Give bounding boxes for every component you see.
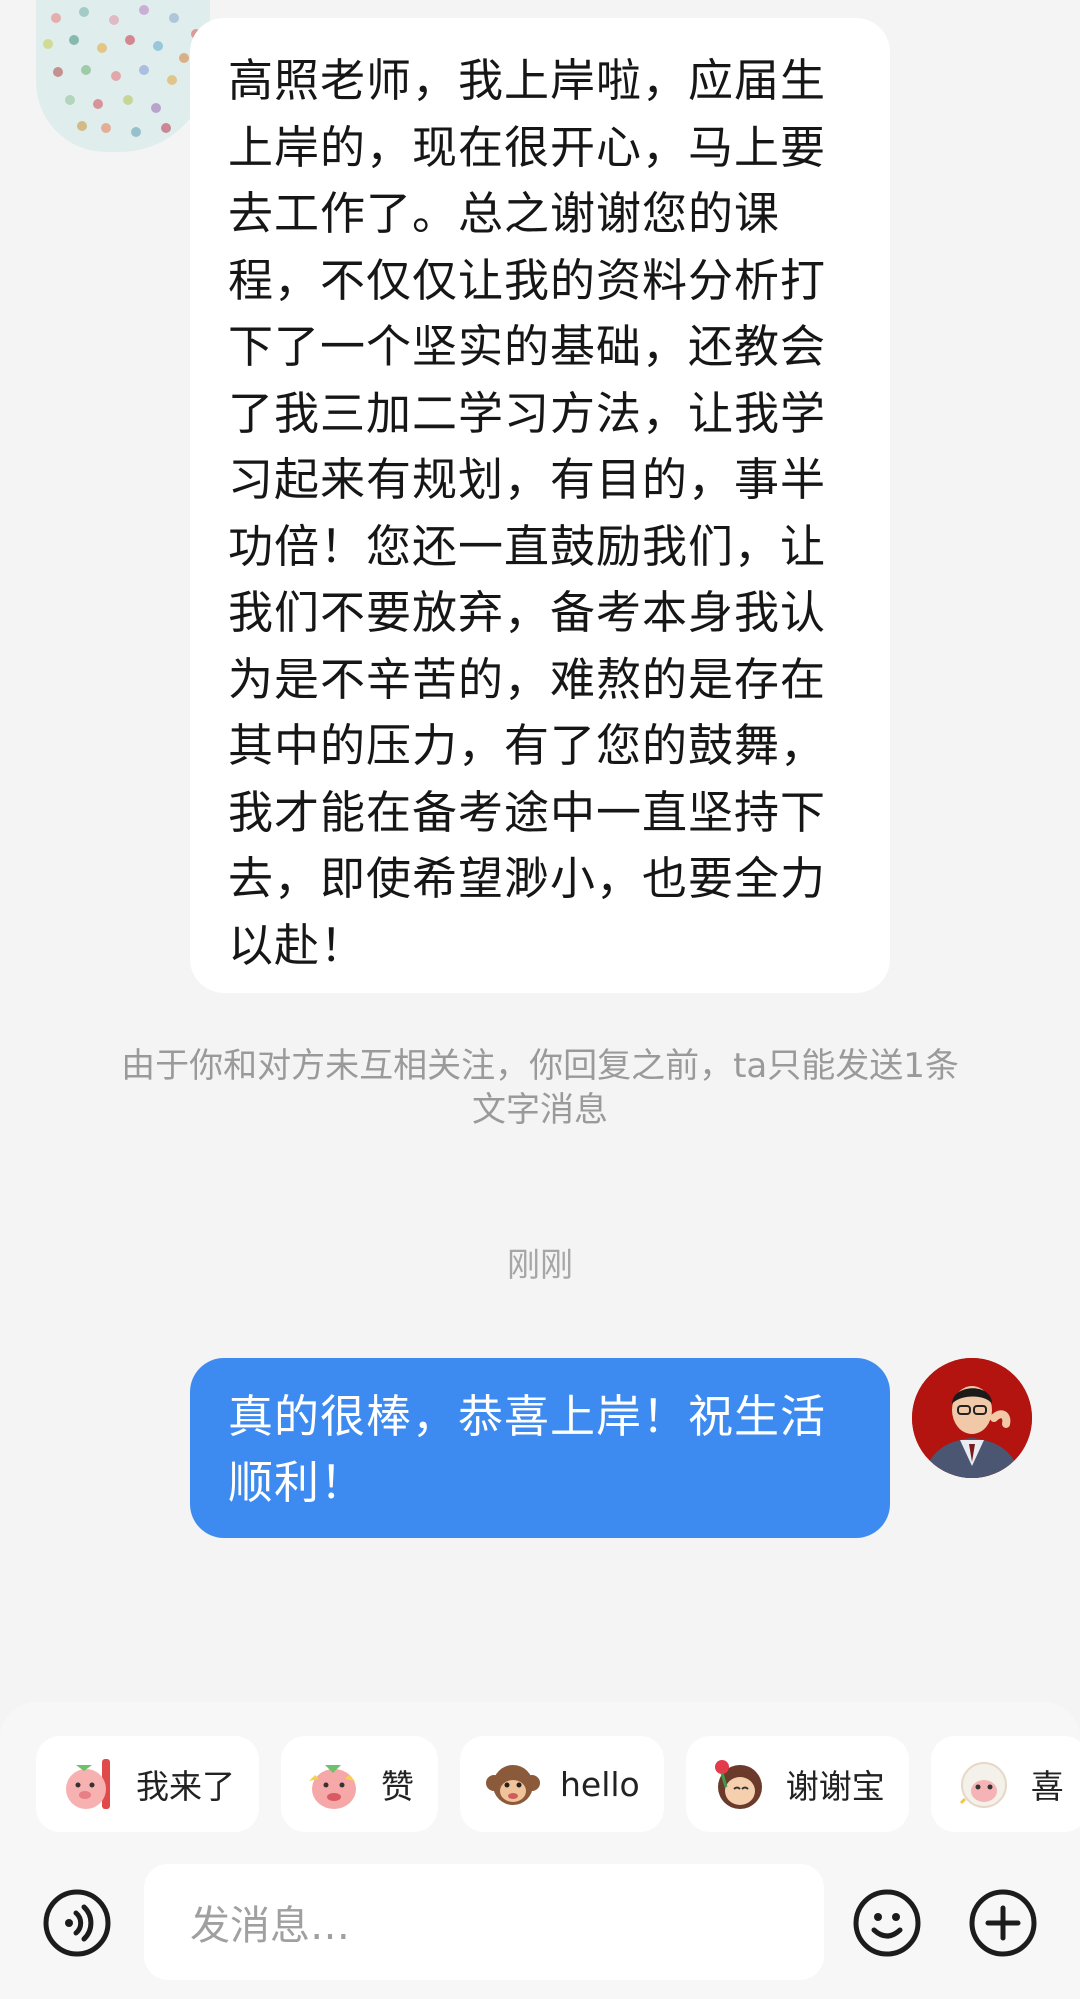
my-avatar[interactable] — [912, 1358, 1032, 1478]
message-timestamp: 刚刚 — [507, 1245, 573, 1284]
sender-avatar[interactable] — [36, 0, 210, 152]
message-input-placeholder: 发消息… — [190, 1903, 350, 1949]
message-input[interactable]: 发消息… — [144, 1864, 824, 1980]
incoming-message-text: 高照老师，我上岸啦，应届生上岸的，现在很开心，马上要去工作了。总之谢谢您的课程，… — [228, 54, 827, 972]
sticker-sheep-icon — [959, 1762, 1007, 1808]
voice-icon — [43, 1889, 111, 1957]
follow-restriction-notice: 由于你和对方未互相关注，你回复之前，ta只能发送1条文字消息 — [121, 1046, 959, 1130]
sticker-monkey-hello-icon — [486, 1765, 540, 1805]
sticker-label: 谢谢宝 — [785, 1767, 885, 1806]
outgoing-message-bubble[interactable]: 真的很棒，恭喜上岸！祝生活顺利！ — [190, 1358, 890, 1538]
composer: 发消息… — [0, 1862, 1080, 1982]
bottom-panel: 我来了 赞 hello 谢谢宝 喜 发消息… — [0, 1702, 1080, 1999]
sticker-chip-5[interactable]: 喜 — [930, 1736, 1080, 1832]
emoji-icon — [853, 1889, 921, 1957]
sticker-chip-2[interactable]: 赞 — [281, 1736, 438, 1832]
sticker-girl-rose-icon — [714, 1760, 762, 1809]
sticker-pig-waving-icon — [66, 1759, 110, 1809]
plus-button[interactable] — [968, 1888, 1038, 1958]
person-avatar-image — [912, 1358, 1032, 1478]
sticker-label: 赞 — [381, 1767, 414, 1806]
plus-icon — [969, 1889, 1037, 1957]
sticker-label: hello — [560, 1764, 640, 1804]
incoming-message-bubble[interactable]: 高照老师，我上岸啦，应届生上岸的，现在很开心，马上要去工作了。总之谢谢您的课程，… — [190, 18, 890, 993]
dotted-avatar-image — [36, 0, 210, 152]
sticker-label: 喜 — [1030, 1767, 1064, 1806]
sticker-pig-thumbs-up-icon — [309, 1765, 356, 1809]
voice-button[interactable] — [42, 1888, 112, 1958]
sticker-chip-4[interactable]: 谢谢宝 — [685, 1736, 909, 1832]
sticker-chip-1[interactable]: 我来了 — [36, 1736, 259, 1832]
emoji-button[interactable] — [852, 1888, 922, 1958]
sticker-chip-3[interactable]: hello — [460, 1736, 664, 1832]
quick-sticker-row: 我来了 赞 hello 谢谢宝 喜 — [36, 1736, 1080, 1832]
outgoing-message-text: 真的很棒，恭喜上岸！祝生活顺利！ — [228, 1390, 827, 1509]
sticker-label: 我来了 — [136, 1767, 235, 1806]
